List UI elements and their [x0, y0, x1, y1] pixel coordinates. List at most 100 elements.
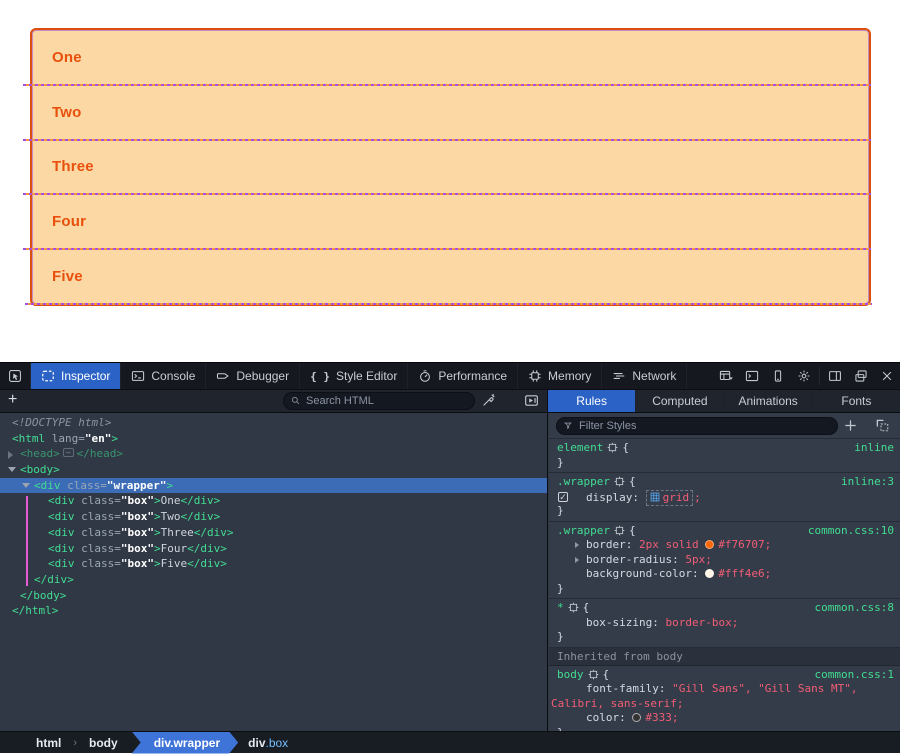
settings-icon[interactable]: [791, 363, 817, 389]
expand-down-icon[interactable]: [8, 467, 16, 472]
stylesheet-location[interactable]: common.css:8: [815, 601, 894, 616]
property-name[interactable]: font-family:: [586, 682, 672, 695]
markup-line[interactable]: <head>⋯</head>: [0, 446, 547, 462]
token-str: "box": [121, 542, 154, 555]
token-tag: <html: [12, 432, 45, 445]
node-picker-icon[interactable]: [0, 363, 31, 389]
breadcrumb-item-body[interactable]: body: [79, 736, 128, 750]
rule-selector[interactable]: .wrapper: [557, 475, 610, 488]
property-value[interactable]: border-box: [665, 616, 731, 629]
rule-selector-row: body{common.css:1: [549, 668, 900, 683]
markup-line-selected[interactable]: <div class="wrapper">: [0, 478, 547, 494]
markup-line[interactable]: </div>: [0, 572, 547, 588]
css-declaration[interactable]: ✓display: grid;: [549, 490, 900, 505]
css-declaration[interactable]: font-family: "Gill Sans", "Gill Sans MT"…: [549, 682, 900, 697]
rule-selector[interactable]: element: [557, 441, 603, 454]
markup-line[interactable]: <div class="box">Three</div>: [0, 525, 547, 541]
dock-side-icon[interactable]: [822, 363, 848, 389]
markup-line[interactable]: <!DOCTYPE html>: [0, 415, 547, 431]
sidebar-tab-fonts[interactable]: Fonts: [813, 390, 900, 412]
eyedropper-icon[interactable]: [481, 393, 496, 411]
token-txt: Two: [161, 510, 181, 523]
breadcrumb-item-html[interactable]: html: [26, 736, 71, 750]
stylesheet-location[interactable]: inline:3: [841, 475, 894, 490]
inherited-from-header: Inherited from body: [549, 648, 900, 666]
property-value[interactable]: #333: [645, 711, 672, 724]
sidebar-tab-animations[interactable]: Animations: [725, 390, 813, 412]
color-swatch[interactable]: [632, 713, 641, 722]
rule-selector[interactable]: *: [557, 601, 564, 614]
css-declaration[interactable]: border-radius: 5px;: [549, 553, 900, 568]
close-icon[interactable]: [874, 363, 900, 389]
breadcrumb-item-div-wrapper[interactable]: div.wrapper: [132, 732, 238, 754]
token-tag: <div: [34, 479, 61, 492]
iframe-select-icon[interactable]: [713, 363, 739, 389]
sidebar-tab-computed[interactable]: Computed: [636, 390, 724, 412]
declaration-checkbox[interactable]: ✓: [558, 492, 568, 502]
stylesheet-location[interactable]: common.css:1: [815, 668, 894, 683]
property-value[interactable]: grid: [663, 491, 690, 504]
property-name[interactable]: display:: [586, 491, 646, 504]
token-attr: class=: [61, 479, 107, 492]
token-tag: >: [154, 526, 161, 539]
property-value[interactable]: 2px solid: [639, 538, 705, 551]
rule-selector[interactable]: .wrapper: [557, 524, 610, 537]
tab-inspector[interactable]: Inspector: [31, 363, 121, 389]
tab-debugger[interactable]: Debugger: [206, 363, 300, 389]
filter-styles-input[interactable]: [556, 417, 838, 435]
tab-network[interactable]: Network: [602, 363, 687, 389]
tab-style-editor[interactable]: { }Style Editor: [300, 363, 408, 389]
property-name[interactable]: box-sizing:: [586, 616, 665, 629]
property-name[interactable]: color:: [586, 711, 632, 724]
rule-selector[interactable]: body: [557, 668, 584, 681]
property-value[interactable]: Calibri, sans-serif;: [551, 697, 683, 710]
sidebar-tab-rules[interactable]: Rules: [548, 390, 636, 412]
property-name[interactable]: border:: [586, 538, 639, 551]
expand-right-icon[interactable]: [8, 451, 13, 459]
tab-console[interactable]: Console: [121, 363, 206, 389]
stylesheet-location[interactable]: common.css:10: [808, 524, 894, 539]
markup-line[interactable]: <div class="box">Two</div>: [0, 509, 547, 525]
markup-line[interactable]: <body>: [0, 462, 547, 478]
split-console-icon[interactable]: [739, 363, 765, 389]
token-tag: </div>: [180, 510, 220, 523]
css-declaration[interactable]: box-sizing: border-box;: [549, 616, 900, 631]
token-tag: >: [154, 557, 161, 570]
tab-performance[interactable]: Performance: [408, 363, 518, 389]
markup-line[interactable]: <div class="box">One</div>: [0, 493, 547, 509]
property-value[interactable]: #fff4e6: [718, 567, 764, 580]
color-swatch[interactable]: [705, 540, 714, 549]
search-html-input[interactable]: [283, 392, 475, 410]
add-node-button[interactable]: +: [8, 391, 17, 409]
property-name[interactable]: border-radius:: [586, 553, 685, 566]
breadcrumb-item-div[interactable]: div.box: [238, 736, 298, 750]
color-swatch[interactable]: [705, 569, 714, 578]
expand-down-icon[interactable]: [22, 483, 30, 488]
rule-selector-row: * { common.css:8: [549, 601, 900, 616]
css-declaration[interactable]: background-color: #fff4e6;: [549, 567, 900, 582]
add-rule-button[interactable]: [843, 418, 858, 436]
grid-box-five: Five: [32, 249, 869, 304]
token-tag: >: [166, 479, 173, 492]
property-value[interactable]: #f76707: [718, 538, 764, 551]
expand-declaration-icon[interactable]: [575, 542, 579, 548]
separate-window-icon[interactable]: [848, 363, 874, 389]
markup-line[interactable]: </body>: [0, 588, 547, 604]
css-declaration[interactable]: border: 2px solid #f76707;: [549, 538, 900, 553]
markup-line[interactable]: <div class="box">Four</div>: [0, 541, 547, 557]
responsive-mode-icon[interactable]: [765, 363, 791, 389]
css-declaration[interactable]: color: #333;: [549, 711, 900, 726]
open-brace: {: [583, 601, 590, 614]
pseudo-classes-button[interactable]: [875, 418, 890, 436]
expand-declaration-icon[interactable]: [575, 557, 579, 563]
property-value[interactable]: 5px: [685, 553, 705, 566]
markup-line[interactable]: <html lang="en">: [0, 431, 547, 447]
markup-line[interactable]: </html>: [0, 603, 547, 619]
property-name[interactable]: background-color:: [586, 567, 705, 580]
stylesheet-location[interactable]: inline: [854, 441, 894, 456]
media-play-icon[interactable]: [524, 393, 539, 411]
token-tag: <div: [48, 526, 75, 539]
tab-memory[interactable]: Memory: [518, 363, 602, 389]
property-value[interactable]: "Gill Sans", "Gill Sans MT",: [672, 682, 857, 695]
markup-line[interactable]: <div class="box">Five</div>: [0, 556, 547, 572]
